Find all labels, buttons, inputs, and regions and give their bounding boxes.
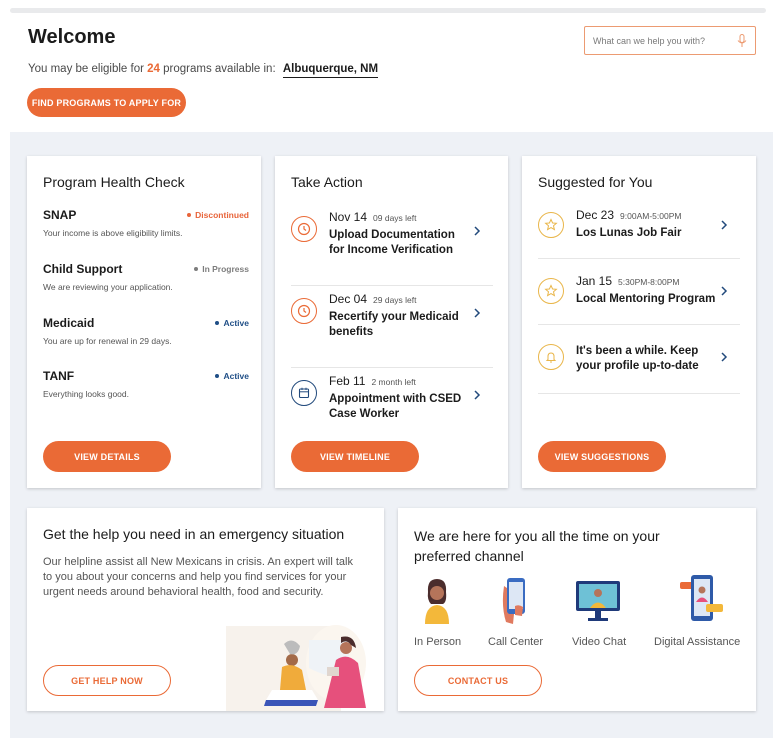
eligible-prefix: You may be eligible for	[28, 63, 144, 75]
star-icon	[538, 212, 564, 238]
action-date: Nov 14 09 days left	[329, 210, 417, 224]
action-deadline: 09 days left	[373, 213, 417, 223]
microphone-icon[interactable]	[737, 34, 747, 48]
channel-call-center[interactable]: Call Center	[488, 636, 543, 648]
status-dot	[194, 267, 199, 271]
status-badge: Discontinued	[187, 210, 249, 220]
bell-icon	[538, 344, 564, 370]
chevron-right-icon[interactable]	[720, 352, 728, 362]
eligibility-line: You may be eligible for 24 programs avai…	[28, 63, 379, 78]
event-time: 5:30PM-8:00PM	[618, 277, 680, 287]
view-details-button[interactable]: VIEW DETAILS	[43, 441, 171, 472]
digital-assistance-icon[interactable]	[678, 574, 728, 624]
event-title: Los Lunas Job Fair	[576, 227, 682, 239]
view-suggestions-button[interactable]: VIEW SUGGESTIONS	[538, 441, 666, 472]
action-deadline: 29 days left	[373, 295, 417, 305]
emergency-description: Our helpline assist all New Mexicans in …	[43, 556, 353, 598]
action-title: Upload Documentation for Income Verifica…	[329, 229, 455, 256]
suggested-card: Suggested for You Dec 23 9:00AM-5:00PM Lo…	[522, 156, 756, 488]
status-dot	[187, 213, 192, 217]
location-selector[interactable]: Albuquerque, NM	[282, 63, 379, 78]
divider	[538, 258, 740, 259]
program-count: 24	[147, 63, 160, 75]
health-check-title: Program Health Check	[43, 174, 185, 190]
program-desc: We are reviewing your application.	[43, 282, 173, 292]
program-desc: Your income is above eligibility limits.	[43, 228, 183, 238]
status-dot	[215, 321, 220, 325]
channels-title: We are here for you all the time on your…	[414, 528, 660, 564]
clock-icon	[291, 298, 317, 324]
suggestion-item[interactable]: Jan 15 5:30PM-8:00PM Local Mentoring Prog…	[538, 272, 740, 325]
suggestion-item[interactable]: It's been a while. Keep your profile up-…	[538, 338, 740, 394]
clock-icon	[291, 216, 317, 242]
channel-digital-assistance[interactable]: Digital Assistance	[654, 636, 740, 648]
suggestion-item[interactable]: Dec 23 9:00AM-5:00PM Los Lunas Job Fair	[538, 206, 740, 259]
action-deadline: 2 month left	[371, 377, 416, 387]
search-input[interactable]	[585, 27, 735, 54]
chevron-right-icon[interactable]	[473, 226, 481, 236]
helpline-illustration	[226, 625, 366, 711]
get-help-button[interactable]: GET HELP NOW	[43, 665, 171, 696]
program-medicaid[interactable]: Medicaid Active You are up for renewal i…	[43, 316, 249, 346]
emergency-card: Get the help you need in an emergency si…	[27, 508, 384, 711]
program-desc: Everything looks good.	[43, 389, 129, 399]
star-icon	[538, 278, 564, 304]
profile-reminder: It's been a while. Keep your profile up-…	[576, 345, 699, 372]
status-badge: In Progress	[194, 264, 249, 274]
event-date: Dec 23 9:00AM-5:00PM	[576, 208, 682, 222]
event-title: Local Mentoring Program	[576, 293, 716, 305]
suggested-title: Suggested for You	[538, 174, 653, 190]
divider	[291, 367, 493, 368]
eligible-suffix: programs available in:	[163, 63, 276, 75]
find-programs-button[interactable]: FIND PROGRAMS TO APPLY FOR	[27, 88, 186, 117]
chevron-right-icon[interactable]	[720, 220, 728, 230]
health-check-card: Program Health Check SNAP Discontinued Y…	[27, 156, 261, 488]
contact-us-button[interactable]: CONTACT US	[414, 665, 542, 696]
search-box[interactable]	[584, 26, 756, 55]
action-item[interactable]: Feb 11 2 month left Appointment with CSED…	[291, 372, 493, 442]
take-action-card: Take Action Nov 14 09 days left Upload Do…	[275, 156, 508, 488]
action-item[interactable]: Nov 14 09 days left Upload Documentation …	[291, 208, 493, 286]
program-desc: You are up for renewal in 29 days.	[43, 336, 172, 346]
chevron-right-icon[interactable]	[473, 390, 481, 400]
chevron-right-icon[interactable]	[473, 308, 481, 318]
event-date: Jan 15 5:30PM-8:00PM	[576, 274, 680, 288]
program-tanf[interactable]: TANF Active Everything looks good.	[43, 369, 249, 399]
program-snap[interactable]: SNAP Discontinued Your income is above e…	[43, 208, 249, 238]
call-center-icon[interactable]	[495, 576, 535, 626]
video-chat-icon[interactable]	[573, 576, 623, 626]
action-item[interactable]: Dec 04 29 days left Recertify your Medica…	[291, 290, 493, 368]
status-badge: Active	[215, 371, 249, 381]
program-child-support[interactable]: Child Support In Progress We are reviewi…	[43, 262, 249, 292]
action-date: Dec 04 29 days left	[329, 292, 417, 306]
status-dot	[215, 374, 220, 378]
divider	[291, 285, 493, 286]
view-timeline-button[interactable]: VIEW TIMELINE	[291, 441, 419, 472]
page-title: Welcome	[28, 26, 116, 48]
channels-card: We are here for you all the time on your…	[398, 508, 756, 711]
channel-video-chat[interactable]: Video Chat	[572, 636, 626, 648]
action-title: Recertify your Medicaid benefits	[329, 311, 459, 338]
take-action-title: Take Action	[291, 174, 363, 190]
in-person-icon[interactable]	[417, 576, 457, 626]
calendar-icon	[291, 380, 317, 406]
action-title: Appointment with CSED Case Worker	[329, 393, 462, 420]
divider	[538, 393, 740, 394]
divider	[538, 324, 740, 325]
welcome-header: Welcome You may be eligible for 24 progr…	[0, 0, 773, 132]
status-badge: Active	[215, 318, 249, 328]
emergency-title: Get the help you need in an emergency si…	[43, 526, 345, 542]
action-date: Feb 11 2 month left	[329, 374, 416, 388]
channel-in-person[interactable]: In Person	[414, 636, 461, 648]
event-time: 9:00AM-5:00PM	[620, 211, 682, 221]
chevron-right-icon[interactable]	[720, 286, 728, 296]
